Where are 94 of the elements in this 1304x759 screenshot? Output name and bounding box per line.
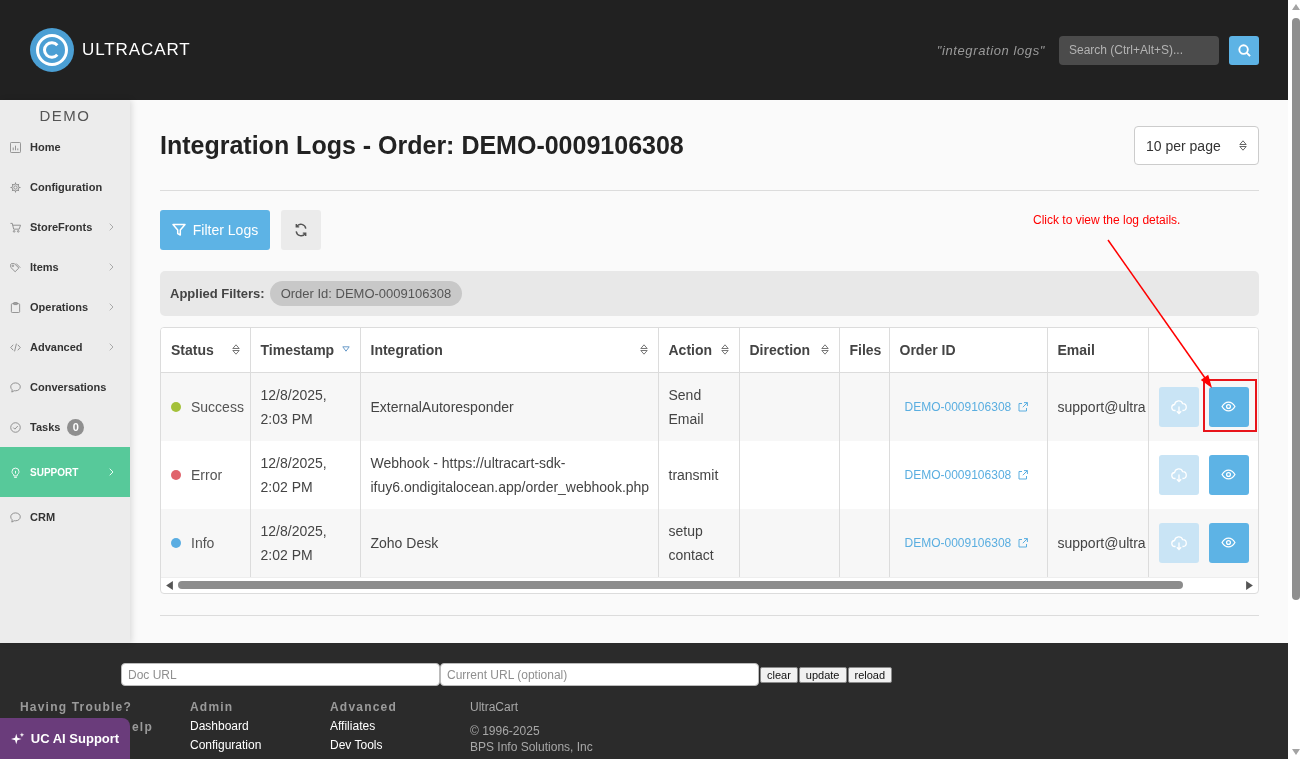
- current-url-field[interactable]: Current URL (optional): [440, 663, 759, 686]
- annotation-text: Click to view the log details.: [1033, 213, 1181, 227]
- scroll-down-icon[interactable]: [1292, 749, 1300, 755]
- code-icon: [10, 341, 21, 353]
- check-circle-icon: [10, 421, 21, 433]
- scrollbar-thumb[interactable]: [1292, 18, 1300, 600]
- column-header[interactable]: Action: [658, 328, 739, 373]
- view-button[interactable]: [1208, 454, 1249, 495]
- status-text: Success: [191, 397, 244, 417]
- cloud-download-icon: [1170, 466, 1187, 483]
- column-header[interactable]: Direction: [739, 328, 839, 373]
- page-size-select[interactable]: 10 per page: [1134, 126, 1259, 165]
- table-cell: transmit: [658, 440, 739, 509]
- applied-filters-label: Applied Filters:: [170, 286, 265, 301]
- cloud-download-icon: [1170, 398, 1187, 415]
- column-header[interactable]: Timestamp: [250, 328, 360, 373]
- doc-url-field[interactable]: Doc URL: [121, 663, 440, 686]
- count-badge: 0: [67, 418, 85, 436]
- refresh-button[interactable]: [281, 210, 321, 250]
- view-button[interactable]: [1208, 386, 1249, 427]
- footer-link[interactable]: Configuration: [190, 738, 262, 752]
- sparkle-icon: [10, 731, 25, 746]
- sidebar-item[interactable]: Home: [0, 127, 130, 167]
- column-header: Order ID: [889, 328, 1047, 373]
- footer-button[interactable]: update: [798, 666, 847, 683]
- gear-icon: [10, 181, 21, 193]
- table-cell: 12/8/2025, 2:03 PM: [250, 372, 360, 441]
- table-cell: Send Email: [658, 372, 739, 441]
- external-link-icon: [1018, 470, 1029, 480]
- sidebar-item[interactable]: Conversations: [0, 367, 130, 407]
- footer-heading: Advanced: [330, 700, 397, 714]
- footer-link[interactable]: Dashboard: [190, 719, 249, 733]
- column-header: Files: [839, 328, 889, 373]
- table-cell: support@ultra: [1047, 508, 1148, 577]
- filter-chip[interactable]: Order Id: DEMO-0009106308: [269, 281, 463, 306]
- status-text: Error: [191, 465, 223, 485]
- saved-search-text: "integration logs": [936, 42, 1045, 58]
- column-header: Email: [1047, 328, 1148, 373]
- footer-button[interactable]: clear: [760, 666, 798, 683]
- scroll-left-icon[interactable]: [166, 580, 173, 590]
- table-cell: Zoho Desk: [360, 508, 658, 577]
- table-cell: ExternalAutoresponder: [360, 372, 658, 441]
- table-cell: 12/8/2025, 2:02 PM: [250, 508, 360, 577]
- refresh-icon: [294, 223, 308, 237]
- speech-bubble-icon: [10, 381, 21, 393]
- table-cell: 12/8/2025, 2:02 PM: [250, 440, 360, 509]
- external-link-icon: [1018, 402, 1029, 413]
- ai-support-button[interactable]: UC AI Support: [0, 718, 130, 759]
- eye-icon: [1221, 401, 1236, 413]
- sidebar-item[interactable]: Operations: [0, 287, 130, 327]
- external-link-icon: [1018, 538, 1029, 548]
- view-button[interactable]: [1208, 522, 1249, 563]
- bar-chart-icon: [10, 141, 21, 153]
- sidebar-item[interactable]: StoreFronts: [0, 207, 130, 247]
- footer-link[interactable]: Affiliates: [330, 719, 376, 733]
- clipboard-icon: [10, 301, 21, 313]
- footer-heading: Admin: [190, 700, 234, 714]
- eye-icon: [1221, 469, 1236, 480]
- column-header[interactable]: Integration: [360, 328, 658, 373]
- account-name: DEMO: [38, 106, 92, 126]
- sidebar-item[interactable]: CRM: [0, 497, 130, 537]
- sidebar-item[interactable]: Tasks 0: [0, 407, 130, 447]
- footer-button[interactable]: reload: [847, 666, 893, 683]
- scrollbar-thumb[interactable]: [178, 581, 1183, 589]
- sidebar-item[interactable]: Configuration: [0, 167, 130, 207]
- search-icon: [1237, 43, 1251, 57]
- scroll-up-icon[interactable]: [1292, 4, 1300, 10]
- speech-bubble-icon: [10, 511, 21, 523]
- logo-icon: [30, 28, 74, 72]
- table-cell: Webhook - https://ultracart-sdk-ifuy6.ondigitalocean.app/order_webhook.php: [360, 440, 658, 509]
- up-down-icon: [1239, 140, 1247, 151]
- footer-heading: Having Trouble?: [20, 700, 132, 714]
- search-button[interactable]: [1229, 35, 1259, 65]
- footer-heading: elp: [132, 720, 153, 734]
- sidebar-item[interactable]: Advanced: [0, 327, 130, 367]
- brand-name: ULTRACART: [82, 40, 191, 60]
- search-field[interactable]: Search (Ctrl+Alt+S)...: [1059, 35, 1219, 65]
- scroll-right-icon[interactable]: [1246, 580, 1253, 590]
- cloud-download-icon: [1170, 534, 1187, 551]
- filter-icon: [171, 223, 186, 237]
- tag-icon: [10, 261, 21, 273]
- table-cell: support@ultra: [1047, 372, 1148, 441]
- lightbulb-icon: [10, 466, 21, 478]
- cart-icon: [10, 221, 21, 233]
- footer-text: BPS Info Solutions, Inc: [470, 740, 593, 754]
- column-header[interactable]: Status: [161, 328, 250, 373]
- footer-text: © 1996-2025: [470, 724, 540, 738]
- sidebar-item[interactable]: Items: [0, 247, 130, 287]
- footer-link[interactable]: Dev Tools: [330, 738, 383, 752]
- page-title: Integration Logs - Order: DEMO-0009106308: [160, 131, 684, 160]
- table-cell: setup contact: [658, 508, 739, 577]
- eye-icon: [1221, 537, 1236, 548]
- status-text: Info: [191, 533, 215, 553]
- footer-text: UltraCart: [470, 700, 518, 714]
